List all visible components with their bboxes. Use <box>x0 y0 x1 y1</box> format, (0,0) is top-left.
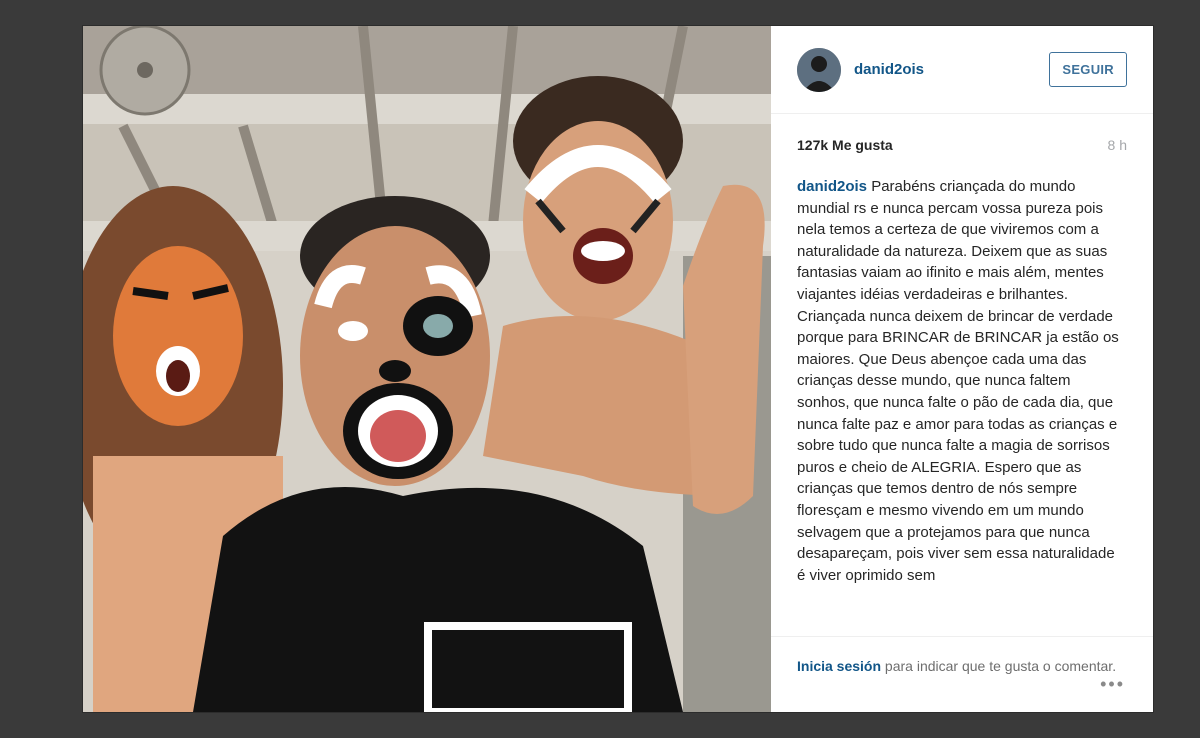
likes-count[interactable]: 127k Me gusta <box>797 137 893 153</box>
ellipsis-icon[interactable]: ••• <box>1100 673 1125 695</box>
caption-text: Parabéns criançada do mundo mundial rs e… <box>797 178 1119 584</box>
avatar-image <box>797 47 841 92</box>
post-stats: 127k Me gusta 8 h <box>771 114 1153 176</box>
caption-username[interactable]: danid2ois <box>797 178 867 195</box>
login-link[interactable]: Inicia sesión <box>797 658 881 674</box>
login-prompt-text: para indicar que te gusta o comentar. <box>881 658 1117 674</box>
photo-illustration <box>83 26 771 712</box>
follow-button[interactable]: SEGUIR <box>1049 52 1127 87</box>
avatar[interactable] <box>797 47 841 92</box>
post-sidebar: danid2ois SEGUIR 127k Me gusta 8 h danid… <box>771 26 1153 712</box>
post-photo[interactable] <box>83 26 771 712</box>
post-caption: danid2ois Parabéns criançada do mundo mu… <box>771 176 1153 628</box>
post-header: danid2ois SEGUIR <box>771 26 1153 114</box>
username-link[interactable]: danid2ois <box>854 61 1049 78</box>
post-modal: danid2ois SEGUIR 127k Me gusta 8 h danid… <box>83 26 1153 712</box>
post-time[interactable]: 8 h <box>1108 137 1127 153</box>
login-prompt: Inicia sesión para indicar que te gusta … <box>771 636 1153 712</box>
